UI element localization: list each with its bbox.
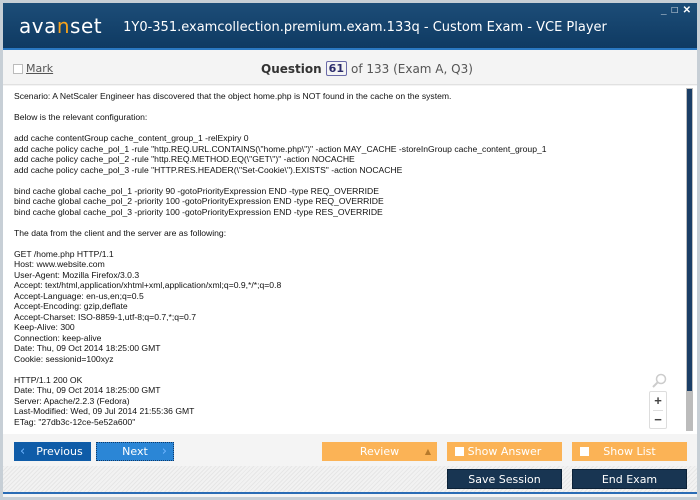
text-line: add cache policy cache_pol_2 -rule "http… [14,154,355,164]
next-button[interactable]: Next › [96,442,174,461]
close-icon[interactable]: ✕ [683,5,691,16]
text-line: Keep-Alive: 300 [14,322,75,332]
review-button[interactable]: Review ▲ [322,442,437,461]
end-exam-button[interactable]: End Exam [572,469,687,489]
text-line: Accept-Language: en-us,en;q=0.5 [14,290,144,301]
show-list-label: Show List [603,445,656,458]
question-content: Scenario: A NetScaler Engineer has disco… [3,86,697,434]
text-line: GET /home.php HTTP/1.1 [14,248,114,259]
text-line: Accept-Encoding: gzip,deflate [14,301,128,311]
text-line: Cookie: sessionid=100xyz [14,353,114,364]
checkbox-icon[interactable] [455,447,464,456]
minimize-icon[interactable]: _ [661,5,667,16]
checkbox-icon[interactable] [580,447,589,456]
show-answer-button[interactable]: Show Answer [447,442,562,461]
maximize-icon[interactable]: □ [672,5,678,16]
window-title: 1Y0-351.examcollection.premium.exam.133q… [123,20,607,35]
next-label: Next [122,445,148,458]
zoom-in-button[interactable]: + [650,392,666,410]
mark-checkbox[interactable]: Mark [13,62,53,75]
question-label: Question [261,61,322,76]
text-line: Last-Modified: Wed, 09 Jul 2014 21:55:36… [14,406,195,416]
text-line: Date: Thu, 09 Oct 2014 18:25:00 GMT [14,385,161,395]
text-line: add cache policy cache_pol_1 -rule "http… [14,143,547,154]
vce-player-window: avanset 1Y0-351.examcollection.premium.e… [3,3,697,497]
question-number-input[interactable]: 61 [325,61,347,76]
chevron-left-icon: ‹ [20,444,26,459]
checkbox-icon[interactable] [13,63,23,74]
text-line: User-Agent: Mozilla Firefox/3.0.3 [14,269,140,280]
text-line: add cache contentGroup cache_content_gro… [14,133,249,143]
title-bar: avanset 1Y0-351.examcollection.premium.e… [3,3,697,50]
text-line: The data from the client and the server … [14,227,227,238]
text-line: add cache policy cache_pol_3 -rule "HTTP… [14,164,403,175]
question-counter: Question 61 of 133 (Exam A, Q3) [261,61,473,76]
text-line: bind cache global cache_pol_2 -priority … [14,196,384,206]
text-line: ETag: "27db3c-12ce-5e52a600" [14,416,136,427]
text-line: Date: Thu, 09 Oct 2014 18:25:00 GMT [14,343,161,353]
text-line: Server: Apache/2.2.3 (Fedora) [14,395,130,406]
review-label: Review [359,445,400,458]
previous-button[interactable]: ‹ Previous [14,442,91,461]
vertical-scrollbar[interactable] [686,88,693,431]
window-controls: _ □ ✕ [661,5,691,16]
show-list-button[interactable]: Show List [572,442,687,461]
text-line: Accept: text/html,application/xhtml+xml,… [14,280,282,290]
text-line: Accept-Charset: ISO-8859-1,utf-8;q=0.7,*… [14,311,197,322]
save-session-button[interactable]: Save Session [447,469,562,489]
text-line: Connection: keep-alive [14,332,102,343]
zoom-control: + − [649,391,667,429]
text-line: Below is the relevant configuration: [14,112,148,122]
scrollbar-thumb[interactable] [687,89,692,391]
navigation-bar: ‹ Previous Next › Review ▲ Show Answer S… [3,434,697,466]
question-of-text: of 133 (Exam A, Q3) [350,61,473,76]
show-answer-label: Show Answer [467,445,542,458]
text-line: bind cache global cache_pol_3 -priority … [14,206,383,217]
triangle-up-icon: ▲ [424,447,431,456]
text-line: HTTP/1.1 200 OK [14,374,83,385]
chevron-right-icon: › [161,444,167,459]
text-line: Host: www.website.com [14,259,105,269]
magnifier-icon [651,373,667,389]
text-line: Scenario: A NetScaler Engineer has disco… [14,91,452,101]
zoom-out-button[interactable]: − [650,411,666,429]
text-line: bind cache global cache_pol_1 -priority … [14,185,379,196]
footer-bar: Save Session End Exam [3,466,697,494]
previous-label: Previous [36,445,83,458]
question-text: Scenario: A NetScaler Engineer has disco… [14,91,654,427]
question-bar: Mark Question 61 of 133 (Exam A, Q3) [3,52,697,85]
mark-label: Mark [26,62,54,75]
